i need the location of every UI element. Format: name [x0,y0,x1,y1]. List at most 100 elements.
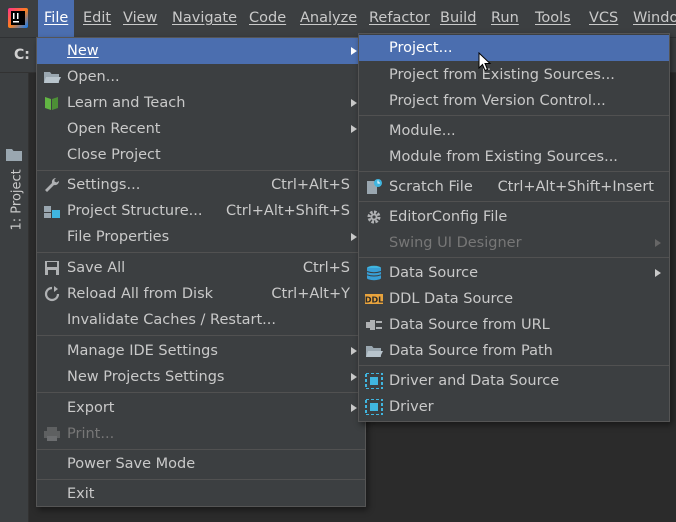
submenu-arrow-icon [351,47,357,55]
new-menu-driver[interactable]: Driver [359,394,669,420]
folder-icon[interactable] [6,147,22,161]
project-structure-icon [44,206,60,218]
file-menu-settings[interactable]: Settings... Ctrl+Alt+S [37,172,365,198]
menu-run[interactable]: Run [491,0,519,37]
file-menu: New Open... Learn and Teach Open Recent … [36,37,366,507]
menu-vcs[interactable]: VCS [589,0,618,37]
menu-item-label: Reload All from Disk [67,286,214,302]
file-menu-new[interactable]: New [37,38,365,64]
new-menu-module[interactable]: Module... [359,118,669,144]
file-menu-manage-ide-settings[interactable]: Manage IDE Settings [37,338,365,364]
new-menu-data-source-from-url[interactable]: Data Source from URL [359,312,669,338]
menu-item-label: Open... [67,69,120,85]
menu-item-label: Open Recent [67,121,161,137]
submenu-arrow-icon [351,99,357,107]
submenu-arrow-icon [351,233,357,241]
scratch-file-icon [367,179,382,194]
menu-separator [359,257,669,258]
database-icon [366,265,382,281]
menu-item-label: Learn and Teach [67,95,186,111]
driver-icon [365,399,383,415]
submenu-arrow-icon [655,269,661,277]
new-menu-scratch-file[interactable]: Scratch File Ctrl+Alt+Shift+Insert [359,174,669,200]
intellij-logo-icon[interactable] [8,8,28,28]
file-menu-project-structure[interactable]: Project Structure... Ctrl+Alt+Shift+S [37,198,365,224]
menu-item-label: DDL Data Source [389,291,514,307]
file-menu-export[interactable]: Export [37,395,365,421]
submenu-arrow-icon [351,347,357,355]
project-tool-tab[interactable]: 1: Project [5,157,27,237]
menu-item-label: Swing UI Designer [389,235,522,251]
menu-item-label: Close Project [67,147,161,163]
menu-navigate[interactable]: Navigate [172,0,237,37]
menu-item-label: Invalidate Caches / Restart... [67,312,276,328]
plug-icon [366,320,382,330]
folder-icon [366,346,383,357]
new-menu-data-source-from-path[interactable]: Data Source from Path [359,338,669,364]
svg-text:DDL: DDL [365,296,383,305]
menu-separator [359,115,669,116]
menu-separator [37,479,365,480]
menu-build[interactable]: Build [440,0,476,37]
file-menu-close-project[interactable]: Close Project [37,142,365,168]
menu-code[interactable]: Code [249,0,286,37]
menu-separator [37,252,365,253]
new-menu-project-from-vcs[interactable]: Project from Version Control... [359,88,669,114]
menu-item-label: Print... [67,426,115,442]
print-icon [44,427,60,441]
path-root-label[interactable]: C: [14,47,30,63]
menu-edit[interactable]: Edit [83,0,111,37]
mouse-cursor-icon [478,52,492,72]
file-menu-exit[interactable]: Exit [37,481,365,507]
menu-item-label: Data Source from Path [389,343,553,359]
book-icon [45,97,58,110]
submenu-arrow-icon [655,239,661,247]
driver-icon [365,373,383,389]
file-menu-reload-all[interactable]: Reload All from Disk Ctrl+Alt+Y [37,281,365,307]
menu-item-label: Project from Existing Sources... [389,67,615,83]
new-menu-project[interactable]: Project... [359,35,669,61]
menu-refactor[interactable]: Refactor [369,0,430,37]
menu-separator [37,392,365,393]
new-submenu: Project... Project from Existing Sources… [358,33,670,422]
shortcut-label: Ctrl+Alt+Shift+S [225,203,350,219]
new-menu-data-source[interactable]: Data Source [359,260,669,286]
shortcut-label: Ctrl+S [302,260,350,276]
menu-analyze[interactable]: Analyze [300,0,357,37]
menu-file[interactable]: File [38,0,75,37]
file-menu-power-save-mode[interactable]: Power Save Mode [37,451,365,477]
file-menu-open-recent[interactable]: Open Recent [37,116,365,142]
menu-item-label: Settings... [67,177,141,193]
menu-separator [359,201,669,202]
menu-item-label: Driver [389,399,434,415]
menu-item-label: Power Save Mode [67,456,196,472]
file-menu-invalidate-caches[interactable]: Invalidate Caches / Restart... [37,307,365,333]
gear-icon [367,210,381,224]
menu-view[interactable]: View [123,0,157,37]
folder-open-icon [44,72,61,83]
file-menu-learn-and-teach[interactable]: Learn and Teach [37,90,365,116]
new-menu-module-from-existing[interactable]: Module from Existing Sources... [359,144,669,170]
menu-item-label: Export [67,400,115,416]
menu-item-label: Save All [67,260,126,276]
menu-item-label: Data Source from URL [389,317,550,333]
menu-tools[interactable]: Tools [535,0,571,37]
file-menu-new-projects-settings[interactable]: New Projects Settings [37,364,365,390]
new-menu-project-from-existing[interactable]: Project from Existing Sources... [359,62,669,88]
menu-item-label: Module from Existing Sources... [389,149,618,165]
file-menu-open[interactable]: Open... [37,64,365,90]
new-menu-ddl-data-source[interactable]: DDL DDL Data Source [359,286,669,312]
save-icon [45,261,59,275]
submenu-arrow-icon [351,373,357,381]
file-menu-save-all[interactable]: Save All Ctrl+S [37,255,365,281]
file-menu-file-properties[interactable]: File Properties [37,224,365,250]
new-menu-driver-and-data-source[interactable]: Driver and Data Source [359,368,669,394]
menu-window[interactable]: Windo [633,0,676,37]
menu-item-label: Driver and Data Source [389,373,560,389]
new-menu-editorconfig[interactable]: EditorConfig File [359,204,669,230]
menu-item-label: Module... [389,123,456,139]
file-menu-print: Print... [37,421,365,447]
shortcut-label: Ctrl+Alt+Shift+Insert [497,179,654,195]
menu-item-label: EditorConfig File [389,209,508,225]
menu-separator [37,170,365,171]
